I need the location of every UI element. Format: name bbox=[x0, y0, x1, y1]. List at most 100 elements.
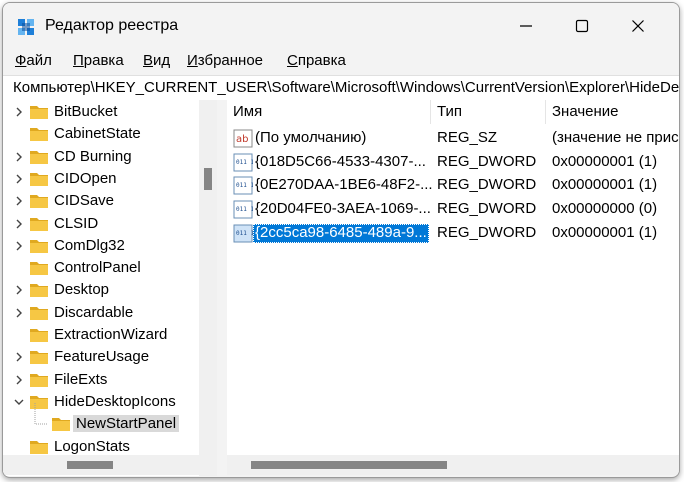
value-name[interactable]: {018D5C66-4533-4307-... bbox=[253, 153, 428, 172]
tree-item[interactable]: CabinetState bbox=[3, 123, 199, 145]
folder-icon bbox=[30, 128, 48, 142]
chevron-right-icon[interactable] bbox=[13, 195, 25, 207]
value-name[interactable]: {2cc5ca98-6485-489a-9... bbox=[253, 223, 429, 243]
chevron-right-icon[interactable] bbox=[13, 284, 25, 296]
value-data: (значение не присвоено) bbox=[552, 129, 679, 146]
folder-icon bbox=[30, 373, 48, 387]
chevron-right-icon[interactable] bbox=[13, 240, 25, 252]
menu-view[interactable]: Вид bbox=[143, 52, 170, 69]
close-icon bbox=[632, 20, 644, 32]
folder-icon bbox=[30, 329, 48, 342]
tree-vertical-scrollbar[interactable] bbox=[199, 100, 217, 476]
tree-item[interactable]: ExtractionWizard bbox=[3, 324, 199, 346]
binary-value-icon: 011 110 bbox=[233, 224, 253, 243]
tree-horizontal-scrollbar[interactable] bbox=[3, 455, 199, 475]
value-data: 0x00000001 (1) bbox=[552, 223, 658, 241]
chevron-right-icon[interactable] bbox=[13, 173, 25, 185]
column-header-name[interactable]: Имя bbox=[233, 100, 262, 124]
table-row[interactable]: 011 110{018D5C66-4533-4307-... REG_DWORD 0… bbox=[227, 151, 679, 174]
value-data: 0x00000000 (0) bbox=[552, 200, 658, 218]
binary-value-icon: 011 110 bbox=[233, 176, 253, 195]
tree-item-label: NewStartPanel bbox=[73, 415, 180, 433]
tree-item-label: CIDOpen bbox=[54, 169, 117, 187]
value-type: REG_DWORD bbox=[437, 176, 537, 194]
maximize-icon bbox=[575, 19, 589, 33]
folder-icon bbox=[30, 239, 48, 253]
minimize-button[interactable] bbox=[499, 3, 553, 49]
table-row[interactable]: ab (По умолчанию) REG_SZ (значение не присв… bbox=[227, 127, 679, 150]
close-button[interactable] bbox=[611, 3, 665, 49]
values-list[interactable]: Имя Тип Значение ab (По умолчанию) REG_SZ (… bbox=[227, 100, 679, 455]
binary-value-icon-text: 011 110 bbox=[236, 182, 253, 189]
table-row[interactable]: 011 110{20D04FE0-3AEA-1069-...REG_DWORD 0… bbox=[227, 198, 679, 221]
column-header-type[interactable]: Тип bbox=[437, 100, 462, 124]
folder-icon bbox=[30, 262, 48, 276]
chevron-right-icon[interactable] bbox=[13, 151, 25, 163]
key-tree[interactable]: BitBucket CabinetState CD Burning CIDOpen CI… bbox=[3, 100, 199, 476]
tree-item-label: CLSID bbox=[54, 214, 99, 232]
tree-item[interactable]: Discardable bbox=[3, 302, 199, 324]
folder-icon bbox=[52, 418, 70, 432]
value-data: 0x00000001 (1) bbox=[552, 176, 658, 194]
column-separator[interactable] bbox=[545, 100, 546, 124]
tree-item-label: ComDlg32 bbox=[54, 236, 125, 254]
tree-item-label: ControlPanel bbox=[54, 259, 141, 277]
menu-edit[interactable]: Правка bbox=[73, 52, 124, 69]
binary-value-icon: 011 110 bbox=[233, 200, 253, 219]
binary-value-icon: 011 110 bbox=[233, 153, 253, 172]
chevron-right-icon[interactable] bbox=[13, 106, 25, 118]
menu-favorites[interactable]: Избранное bbox=[187, 52, 263, 69]
menu-bar: Файл Правка Вид Избранное Справка bbox=[3, 49, 679, 75]
chevron-right-icon[interactable] bbox=[13, 218, 25, 230]
column-separator[interactable] bbox=[430, 100, 431, 124]
folder-icon bbox=[30, 440, 48, 454]
tree-item[interactable]: ComDlg32 bbox=[3, 235, 199, 257]
maximize-button[interactable] bbox=[555, 3, 609, 49]
value-type: REG_SZ bbox=[437, 129, 498, 146]
tree-item[interactable]: CIDSave bbox=[3, 190, 199, 212]
window-title: Редактор реестра bbox=[45, 17, 179, 34]
folder-icon bbox=[30, 150, 48, 164]
tree-item[interactable]: FeatureUsage bbox=[3, 346, 199, 368]
value-name[interactable]: {20D04FE0-3AEA-1069-... bbox=[253, 200, 433, 219]
tree-connector-icon bbox=[34, 403, 47, 425]
value-type: REG_DWORD bbox=[437, 200, 537, 218]
tree-item-label: ExtractionWizard bbox=[54, 326, 168, 343]
tree-horizontal-scroll-thumb[interactable] bbox=[67, 461, 113, 469]
chevron-right-icon[interactable] bbox=[13, 374, 25, 386]
tree-item-label: Desktop bbox=[54, 281, 110, 299]
column-header-value[interactable]: Значение bbox=[552, 100, 619, 124]
tree-item[interactable]: CLSID bbox=[3, 213, 199, 235]
table-row[interactable]: 011 110{0E270DAA-1BE6-48F2-...REG_DWORD 0… bbox=[227, 174, 679, 197]
list-horizontal-scrollbar[interactable] bbox=[227, 455, 679, 475]
menu-help[interactable]: Справка bbox=[287, 52, 346, 69]
chevron-down-icon[interactable] bbox=[13, 396, 25, 408]
tree-item-label: CIDSave bbox=[54, 192, 115, 210]
list-horizontal-scroll-thumb[interactable] bbox=[251, 461, 447, 469]
tree-item-label: FileExts bbox=[54, 370, 108, 388]
tree-item-label: Discardable bbox=[54, 303, 134, 321]
menu-file[interactable]: Файл bbox=[15, 52, 52, 69]
value-name[interactable]: (По умолчанию) bbox=[253, 129, 368, 148]
address-path[interactable]: Компьютер\HKEY_CURRENT_USER\Software\Mic… bbox=[13, 79, 679, 96]
chevron-right-icon[interactable] bbox=[13, 307, 25, 319]
pane-splitter[interactable] bbox=[217, 100, 227, 476]
tree-item-label: BitBucket bbox=[54, 103, 118, 120]
address-bar[interactable]: Компьютер\HKEY_CURRENT_USER\Software\Mic… bbox=[3, 75, 679, 101]
tree-item[interactable]: ControlPanel bbox=[3, 257, 199, 279]
tree-item[interactable]: NewStartPanel bbox=[3, 403, 199, 435]
tree-item[interactable]: Desktop bbox=[3, 279, 199, 301]
chevron-right-icon[interactable] bbox=[13, 351, 25, 363]
folder-icon bbox=[30, 106, 48, 119]
tree-item[interactable]: CD Burning bbox=[3, 146, 199, 168]
folder-icon bbox=[30, 351, 48, 365]
tree-item[interactable]: FileExts bbox=[3, 369, 199, 391]
tree-item[interactable]: CIDOpen bbox=[3, 168, 199, 190]
tree-vertical-scroll-thumb[interactable] bbox=[204, 168, 212, 190]
folder-icon bbox=[30, 195, 48, 209]
table-row[interactable]: 011 110{2cc5ca98-6485-489a-9... REG_DWORD… bbox=[227, 222, 679, 245]
registry-editor-icon bbox=[18, 19, 34, 35]
value-name[interactable]: {0E270DAA-1BE6-48F2-... bbox=[253, 176, 435, 195]
tree-item-label: LogonStats bbox=[54, 437, 130, 455]
tree-item[interactable]: BitBucket bbox=[3, 101, 199, 123]
